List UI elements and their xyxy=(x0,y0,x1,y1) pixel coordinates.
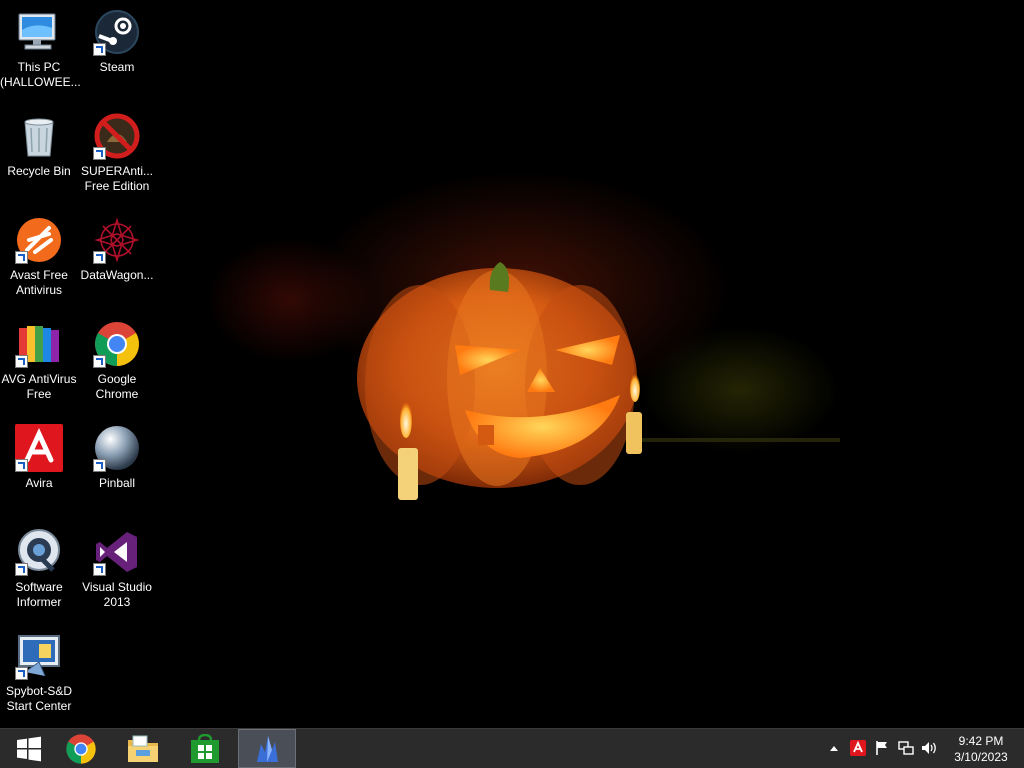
desktop-shortcut-this-pc[interactable]: This PC (HALLOWEE... xyxy=(0,0,81,100)
this-pc-icon xyxy=(15,8,63,56)
pinball-icon xyxy=(93,424,141,472)
steam-icon xyxy=(93,8,141,56)
shortcut-arrow-icon xyxy=(15,667,28,680)
network-icon xyxy=(898,741,914,755)
crystal-app-icon xyxy=(257,735,278,762)
clock-date: 3/10/2023 xyxy=(954,750,1008,764)
shortcut-arrow-icon xyxy=(15,563,28,576)
avira-tray-icon xyxy=(850,740,866,756)
desktop-shortcut-avg[interactable]: AVG AntiVirus Free xyxy=(0,312,78,412)
desktop-icon-label: This PC (HALLOWEE... xyxy=(0,60,81,89)
desktop-icon-label: Recycle Bin xyxy=(7,164,71,178)
avg-icon xyxy=(15,320,63,368)
desktop-icon-label: SUPERAnti... Free Edition xyxy=(80,164,154,193)
file-explorer-taskbar-button[interactable] xyxy=(114,729,172,768)
recycle-bin-icon xyxy=(15,112,63,160)
desktop-icon-label: Avira xyxy=(25,476,53,490)
chrome-taskbar-button[interactable] xyxy=(52,729,110,768)
volume-icon xyxy=(922,742,936,754)
show-hidden-icons-button[interactable] xyxy=(825,739,843,757)
desktop-icon-label: AVG AntiVirus Free xyxy=(1,372,77,401)
desktop-icon-label: Avast Free Antivirus xyxy=(10,268,68,297)
taskbar-clock[interactable]: 9:42 PM 3/10/2023 xyxy=(946,733,1016,765)
shortcut-arrow-icon xyxy=(93,355,106,368)
desktop-shortcut-datawagon[interactable]: DataWagon... xyxy=(78,208,156,308)
shortcut-arrow-icon xyxy=(15,251,28,264)
avast-icon xyxy=(15,216,63,264)
desktop-icon-label: Steam xyxy=(99,60,135,74)
avira-tray-button[interactable] xyxy=(849,739,867,757)
desktop-shortcut-avast[interactable]: Avast Free Antivirus xyxy=(0,208,78,308)
taskbar: 9:42 PM 3/10/2023 xyxy=(0,728,1024,768)
desktop-shortcut-steam[interactable]: Steam xyxy=(78,0,156,100)
desktop-shortcut-visual-studio[interactable]: Visual Studio 2013 xyxy=(78,520,156,620)
desktop-icon-label: Spybot-S&D Start Center xyxy=(5,684,73,713)
store-taskbar-button[interactable] xyxy=(176,729,234,768)
folder-icon xyxy=(128,735,158,762)
desktop-shortcut-pinball[interactable]: Pinball xyxy=(78,416,156,516)
desktop-shortcut-recycle-bin[interactable]: Recycle Bin xyxy=(0,104,78,204)
avira-icon xyxy=(15,424,63,472)
visual-studio-icon xyxy=(93,528,141,576)
desktop-icon-label: Pinball xyxy=(98,476,136,490)
windows-logo-icon xyxy=(17,736,41,761)
app-taskbar-button[interactable] xyxy=(238,729,296,768)
desktop-shortcut-superantispyware[interactable]: SUPERAnti... Free Edition xyxy=(78,104,156,204)
shortcut-arrow-icon xyxy=(93,43,106,56)
shortcut-arrow-icon xyxy=(15,459,28,472)
store-icon xyxy=(191,733,219,763)
desktop-shortcut-software-informer[interactable]: Software Informer xyxy=(0,520,78,620)
shortcut-arrow-icon xyxy=(15,355,28,368)
desktop-icon-label: Google Chrome xyxy=(95,372,139,401)
chrome-icon xyxy=(66,733,96,764)
desktop-icon-label: Visual Studio 2013 xyxy=(82,580,152,609)
desktop-icon-label: DataWagon... xyxy=(80,268,154,282)
network-button[interactable] xyxy=(897,739,915,757)
spybot-icon xyxy=(15,632,63,680)
shortcut-arrow-icon xyxy=(93,251,106,264)
clock-time: 9:42 PM xyxy=(958,734,1004,748)
desktop-shortcut-avira[interactable]: Avira xyxy=(0,416,78,516)
flag-icon xyxy=(876,741,887,755)
chevron-up-icon xyxy=(830,746,838,751)
datawagon-icon xyxy=(93,216,141,264)
desktop-icon-label: Software Informer xyxy=(15,580,63,609)
volume-button[interactable] xyxy=(921,739,939,757)
shortcut-arrow-icon xyxy=(93,147,106,160)
desktop-shortcut-chrome[interactable]: Google Chrome xyxy=(78,312,156,412)
superantispyware-icon xyxy=(93,112,141,160)
chrome-icon xyxy=(93,320,141,368)
desktop-shortcut-spybot[interactable]: Spybot-S&D Start Center xyxy=(0,624,78,724)
shortcut-arrow-icon xyxy=(93,563,106,576)
shortcut-arrow-icon xyxy=(93,459,106,472)
action-center-button[interactable] xyxy=(873,739,891,757)
start-button[interactable] xyxy=(0,729,58,768)
software-informer-icon xyxy=(15,528,63,576)
